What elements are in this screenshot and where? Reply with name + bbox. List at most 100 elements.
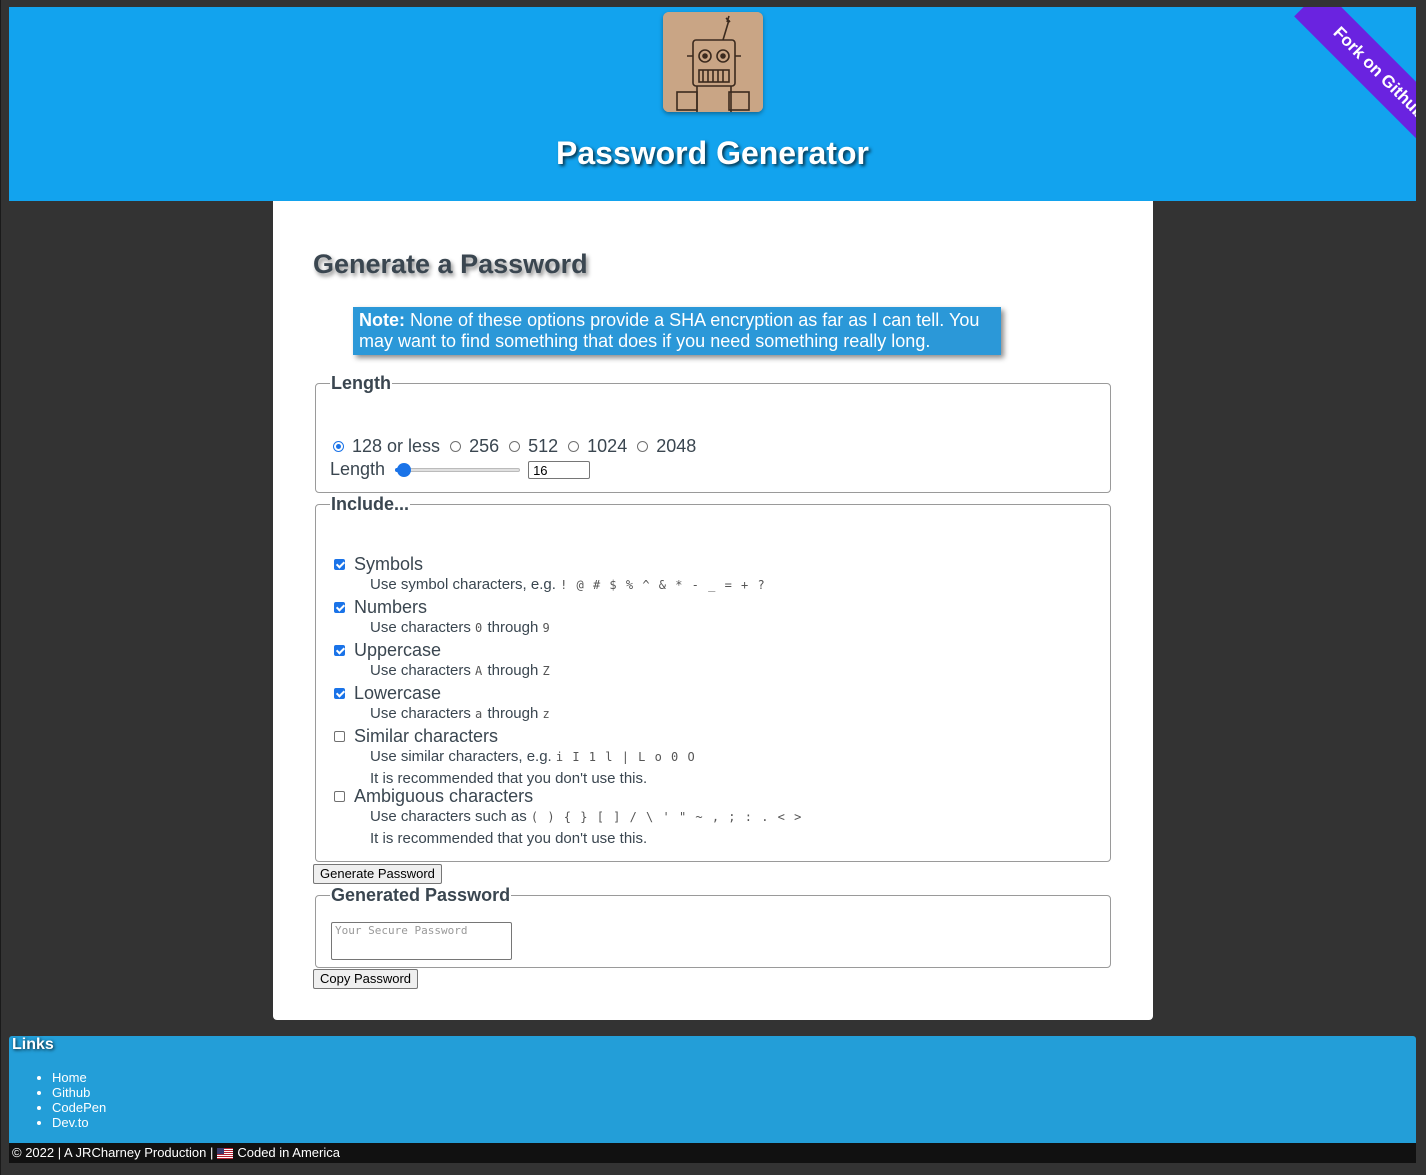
- symbols-desc-text: Use symbol characters, e.g.: [370, 576, 556, 593]
- links-title: Links: [12, 1036, 54, 1053]
- option-ambiguous: Ambiguous characters Use characters such…: [334, 786, 802, 850]
- length-fieldset: Length 128 or less 256 512 1024 2048 Len…: [315, 373, 1111, 493]
- symbols-checkbox[interactable]: [334, 558, 345, 570]
- lowercase-from: a: [475, 707, 484, 721]
- uppercase-to: Z: [542, 664, 551, 678]
- page-title: Generate a Password: [313, 249, 588, 279]
- symbols-chars: ! @ # $ % ^ & * - _ = + ?: [560, 578, 766, 592]
- link-home-label[interactable]: Home: [52, 1070, 87, 1085]
- uppercase-label: Uppercase: [354, 639, 442, 660]
- ambiguous-chars: ( ) { } [ ] / \ ' " ~ , ; : . < >: [530, 810, 803, 824]
- note-label: Note:: [359, 310, 405, 330]
- numbers-checkbox-row[interactable]: Numbers: [334, 597, 551, 617]
- similar-desc: Use similar characters, e.g. i I 1 l | L…: [370, 746, 696, 768]
- numbers-desc: Use characters 0 through 9: [370, 617, 551, 639]
- lowercase-label: Lowercase: [354, 682, 442, 703]
- numbers-label: Numbers: [354, 596, 428, 617]
- numbers-checkbox[interactable]: [334, 601, 345, 613]
- link-devto-label[interactable]: Dev.to: [52, 1115, 89, 1130]
- radio-label: 128 or less: [352, 436, 441, 456]
- option-similar: Similar characters Use similar character…: [334, 726, 696, 790]
- option-numbers: Numbers Use characters 0 through 9: [334, 597, 551, 639]
- note-text: None of these options provide a SHA encr…: [359, 310, 980, 351]
- option-lowercase: Lowercase Use characters a through z: [334, 683, 551, 725]
- radio-label: 512: [528, 436, 559, 456]
- include-legend: Include...: [331, 494, 410, 514]
- radio-1024[interactable]: 1024: [568, 436, 627, 457]
- radio-512[interactable]: 512: [509, 436, 558, 457]
- length-slider[interactable]: [395, 462, 521, 477]
- window-edge: [0, 0, 1, 1175]
- symbols-desc: Use symbol characters, e.g. ! @ # $ % ^ …: [370, 574, 766, 596]
- radio-256[interactable]: 256: [450, 436, 499, 457]
- uppercase-checkbox[interactable]: [334, 644, 345, 656]
- generator-card: Generate a Password Note: None of these …: [273, 201, 1153, 1020]
- radio-label: 256: [469, 436, 500, 456]
- radio-label: 2048: [656, 436, 697, 456]
- numbers-desc-text: Use characters: [370, 619, 471, 636]
- include-fieldset: Include... Symbols Use symbol characters…: [315, 494, 1111, 862]
- generated-password-legend: Generated Password: [331, 885, 511, 905]
- generated-password-textarea[interactable]: Your Secure Password: [331, 922, 512, 960]
- uppercase-desc: Use characters A through Z: [370, 660, 551, 682]
- ambiguous-warning: It is recommended that you don't use thi…: [370, 830, 648, 847]
- radio-label: 1024: [587, 436, 628, 456]
- lowercase-checkbox[interactable]: [334, 687, 345, 699]
- similar-checkbox[interactable]: [334, 730, 345, 742]
- copyright-text: © 2022 | A JRCharney Production |: [12, 1145, 214, 1160]
- copy-password-button[interactable]: Copy Password: [313, 969, 419, 989]
- ambiguous-checkbox-row[interactable]: Ambiguous characters: [334, 786, 802, 806]
- length-legend: Length: [331, 373, 391, 393]
- generated-password-fieldset: Generated Password Your Secure Password: [315, 885, 1111, 968]
- length-slider-label: Length: [330, 459, 386, 479]
- radio-2048[interactable]: 2048: [637, 436, 696, 457]
- uppercase-from: A: [475, 664, 484, 678]
- lowercase-desc-text: Use characters: [370, 705, 471, 722]
- ambiguous-desc-text: Use characters such as: [370, 808, 527, 825]
- radio-button[interactable]: [450, 441, 462, 452]
- uppercase-desc-text: Use characters: [370, 662, 471, 679]
- copyright-bar: © 2022 | A JRCharney Production | Coded …: [9, 1143, 1416, 1163]
- lowercase-checkbox-row[interactable]: Lowercase: [334, 683, 551, 703]
- lowercase-to: z: [542, 707, 551, 721]
- symbols-checkbox-row[interactable]: Symbols: [334, 554, 766, 574]
- length-slider-row: Length 16: [330, 459, 591, 480]
- link-home[interactable]: Home: [52, 1070, 106, 1085]
- lowercase-desc: Use characters a through z: [370, 703, 551, 725]
- ambiguous-desc: Use characters such as ( ) { } [ ] / \ '…: [370, 806, 802, 828]
- link-github-label[interactable]: Github: [52, 1085, 90, 1100]
- similar-checkbox-row[interactable]: Similar characters: [334, 726, 696, 746]
- slider-thumb[interactable]: [397, 462, 412, 477]
- robot-logo-icon: [663, 12, 763, 112]
- option-symbols: Symbols Use symbol characters, e.g. ! @ …: [334, 554, 766, 596]
- link-codepen[interactable]: CodePen: [52, 1100, 106, 1115]
- link-github[interactable]: Github: [52, 1085, 106, 1100]
- symbols-label: Symbols: [354, 553, 424, 574]
- slider-track: [395, 467, 521, 472]
- similar-desc-text: Use similar characters, e.g.: [370, 748, 552, 765]
- link-devto[interactable]: Dev.to: [52, 1115, 106, 1130]
- coded-in-text: Coded in America: [237, 1145, 340, 1160]
- numbers-through: through: [487, 619, 539, 636]
- radio-button[interactable]: [333, 441, 344, 452]
- length-number-input[interactable]: 16: [528, 460, 591, 479]
- us-flag-icon: [217, 1147, 234, 1159]
- similar-label: Similar characters: [354, 725, 499, 746]
- uppercase-through: through: [487, 662, 539, 679]
- generate-password-button[interactable]: Generate Password: [313, 864, 442, 884]
- ambiguous-checkbox[interactable]: [334, 790, 345, 802]
- numbers-to: 9: [542, 621, 551, 635]
- site-title: Password Generator: [556, 135, 869, 171]
- radio-button[interactable]: [509, 441, 521, 452]
- link-codepen-label[interactable]: CodePen: [52, 1100, 106, 1115]
- lowercase-through: through: [487, 705, 539, 722]
- radio-button[interactable]: [637, 441, 649, 452]
- note-banner: Note: None of these options provide a SH…: [353, 307, 1001, 355]
- uppercase-checkbox-row[interactable]: Uppercase: [334, 640, 551, 660]
- site-header: Password Generator Fork on Github: [9, 7, 1416, 201]
- ambiguous-label: Ambiguous characters: [354, 785, 534, 806]
- radio-128[interactable]: 128 or less: [333, 436, 440, 457]
- similar-chars: i I 1 l | L o 0 O: [555, 750, 696, 764]
- links-list: Home Github CodePen Dev.to: [9, 1070, 106, 1130]
- radio-button[interactable]: [568, 441, 580, 452]
